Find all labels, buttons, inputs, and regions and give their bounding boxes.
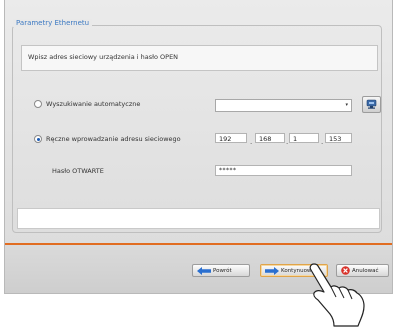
device-select-dropdown[interactable]: ▾	[215, 99, 352, 112]
instruction-text: Wpisz adres sieciowy urządzenia i hasło …	[28, 53, 179, 61]
password-input[interactable]: *****	[215, 165, 352, 176]
auto-search-radio[interactable]	[34, 100, 42, 108]
network-refresh-button[interactable]	[362, 96, 381, 113]
back-button[interactable]: Powrót	[192, 264, 250, 277]
ip-separator: .	[321, 138, 324, 146]
ip-octet-2-input[interactable]: 168	[255, 133, 285, 143]
manual-address-label[interactable]: Ręczne wprowadzanie adresu sieciowego	[46, 135, 181, 143]
group-title: Parametry Ethernetu	[13, 19, 93, 27]
ip-octet-4-input[interactable]: 153	[325, 133, 352, 143]
ethernet-wizard-window: Parametry Ethernetu Wpisz adres sieciowy…	[4, 0, 393, 294]
ip-separator: .	[250, 138, 253, 146]
password-label: Hasło OTWARTE	[52, 167, 104, 175]
ip-octet-3-input[interactable]: 1	[289, 133, 319, 143]
status-bar	[17, 208, 380, 229]
chevron-down-icon: ▾	[345, 102, 348, 108]
back-button-label: Powrót	[213, 267, 232, 274]
arrow-right-icon	[265, 266, 279, 275]
ip-separator: .	[286, 138, 289, 146]
arrow-left-icon	[197, 266, 211, 275]
ip-octet-1-input[interactable]: 192	[215, 133, 247, 143]
auto-search-label[interactable]: Wyszukiwanie automatyczne	[46, 100, 140, 108]
pointing-hand-icon	[309, 263, 365, 327]
network-refresh-icon	[366, 99, 377, 109]
manual-address-radio[interactable]	[34, 135, 42, 143]
